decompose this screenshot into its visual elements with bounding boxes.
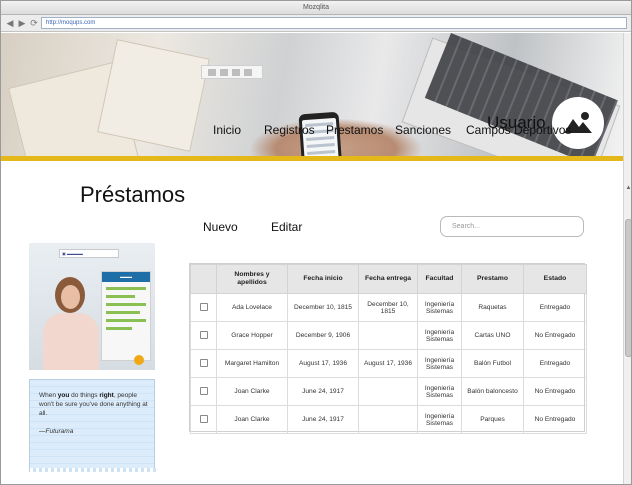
advertisement-image[interactable]: ▣ ▬▬▬▬ ▬▬▬ [29,243,155,370]
clipboard-graphic: ▬▬▬ [101,271,151,361]
cell-loan: Balón Futbol [461,349,524,378]
edit-button[interactable]: Editar [271,220,302,234]
cell-status: No Entregado [523,405,587,434]
cell-name: Grace Hopper [216,321,288,350]
hero-banner: Usuario Inicio Registros Prestamos Sanci… [1,33,623,157]
cell-delivery-date [358,405,418,434]
table-row[interactable]: Joan Clarke June 24, 1917 Ingeniería Sis… [190,405,587,434]
cell-status: Entregado [523,349,587,378]
university-logo: ▣ ▬▬▬▬ [59,249,119,258]
table-row[interactable]: Joan Clarke June 24, 1917 Ingeniería Sis… [190,377,587,406]
col-header-loan[interactable]: Prestamo [461,264,524,294]
accent-bar [1,156,623,161]
vertical-scrollbar[interactable]: ▲ [623,33,631,484]
table-row[interactable]: Ada Lovelace December 10, 1815 December … [190,293,587,322]
search-input[interactable]: Search... [440,216,584,237]
newspaper-image [97,39,210,152]
scrollbar-thumb[interactable] [625,219,631,357]
cell-faculty: Ingeniería Sistemas [417,293,462,322]
cell-name: Ada Lovelace [216,293,288,322]
cell-name: Joan Clarke [216,377,288,406]
cell-faculty: Ingeniería Sistemas [417,377,462,406]
menu-item-registros[interactable]: Registros [264,123,315,137]
cell-faculty: Ingeniería Sistemas [417,405,462,434]
person-photo [39,277,101,370]
cell-name: Joan Clarke [216,405,288,434]
row-checkbox[interactable] [199,330,208,339]
quote-note: When you do things right, people won't b… [29,379,156,472]
row-checkbox[interactable] [199,414,208,423]
cell-status: No Entregado [523,321,587,350]
browser-toolbar: ◀ ▶ ⟳ http://moqups.com [1,15,631,32]
cell-faculty: Ingeniería Sistemas [417,321,462,350]
reload-icon[interactable]: ⟳ [29,18,39,28]
table-header-row: Nombres y apellidos Fecha inicio Fecha e… [190,264,587,294]
forward-icon[interactable]: ▶ [17,18,27,28]
quote-text: When you do things right, people won't b… [39,392,148,417]
back-icon[interactable]: ◀ [5,18,15,28]
menu-item-inicio[interactable]: Inicio [213,123,241,137]
menu-item-sanciones[interactable]: Sanciones [395,123,451,137]
row-checkbox[interactable] [199,386,208,395]
scroll-up-icon[interactable]: ▲ [625,185,631,192]
cell-start-date: June 24, 1917 [287,377,359,406]
cell-loan: Raquetas [461,293,524,322]
cell-delivery-date [358,377,418,406]
table-row[interactable]: Margaret Hamilton August 17, 1936 August… [190,349,587,378]
page-title: Préstamos [80,182,186,207]
cell-loan: Cartas UNO [461,321,524,350]
loans-table: Nombres y apellidos Fecha inicio Fecha e… [189,263,587,434]
calculator-image [201,65,263,79]
cell-start-date: December 9, 1906 [287,321,359,350]
cell-start-date: June 24, 1917 [287,405,359,434]
col-header-select [190,264,217,294]
cell-delivery-date: December 10, 1815 [358,293,418,322]
col-header-start-date[interactable]: Fecha inicio [287,264,359,294]
cell-status: Entregado [523,293,587,322]
cell-delivery-date: August 17, 1936 [358,349,418,378]
col-header-delivery-date[interactable]: Fecha entrega [358,264,418,294]
row-checkbox[interactable] [199,302,208,311]
cell-loan: Parques [461,405,524,434]
menu-item-prestamos[interactable]: Prestamos [326,123,383,137]
cell-name: Margaret Hamilton [216,349,288,378]
browser-window: Mozqlita ◀ ▶ ⟳ http://moqups.com Usuario… [0,0,632,485]
col-header-status[interactable]: Estado [523,264,587,294]
cell-delivery-date [358,321,418,350]
cell-loan: Balón baloncesto [461,377,524,406]
cell-start-date: December 10, 1815 [287,293,359,322]
window-title: Mozqlita [1,1,631,15]
cell-faculty: Ingeniería Sistemas [417,349,462,378]
quote-author: —Futurama [39,428,74,435]
row-checkbox[interactable] [199,358,208,367]
address-bar[interactable]: http://moqups.com [41,17,627,29]
table-row[interactable]: Grace Hopper December 9, 1906 Ingeniería… [190,321,587,350]
col-header-faculty[interactable]: Facultad [417,264,462,294]
cell-status: No Entregado [523,377,587,406]
menu-item-campos-deportivos[interactable]: Campos Deportivos [466,123,571,137]
col-header-name[interactable]: Nombres y apellidos [216,264,288,294]
play-badge-icon [134,355,144,365]
cell-start-date: August 17, 1936 [287,349,359,378]
new-button[interactable]: Nuevo [203,220,238,234]
